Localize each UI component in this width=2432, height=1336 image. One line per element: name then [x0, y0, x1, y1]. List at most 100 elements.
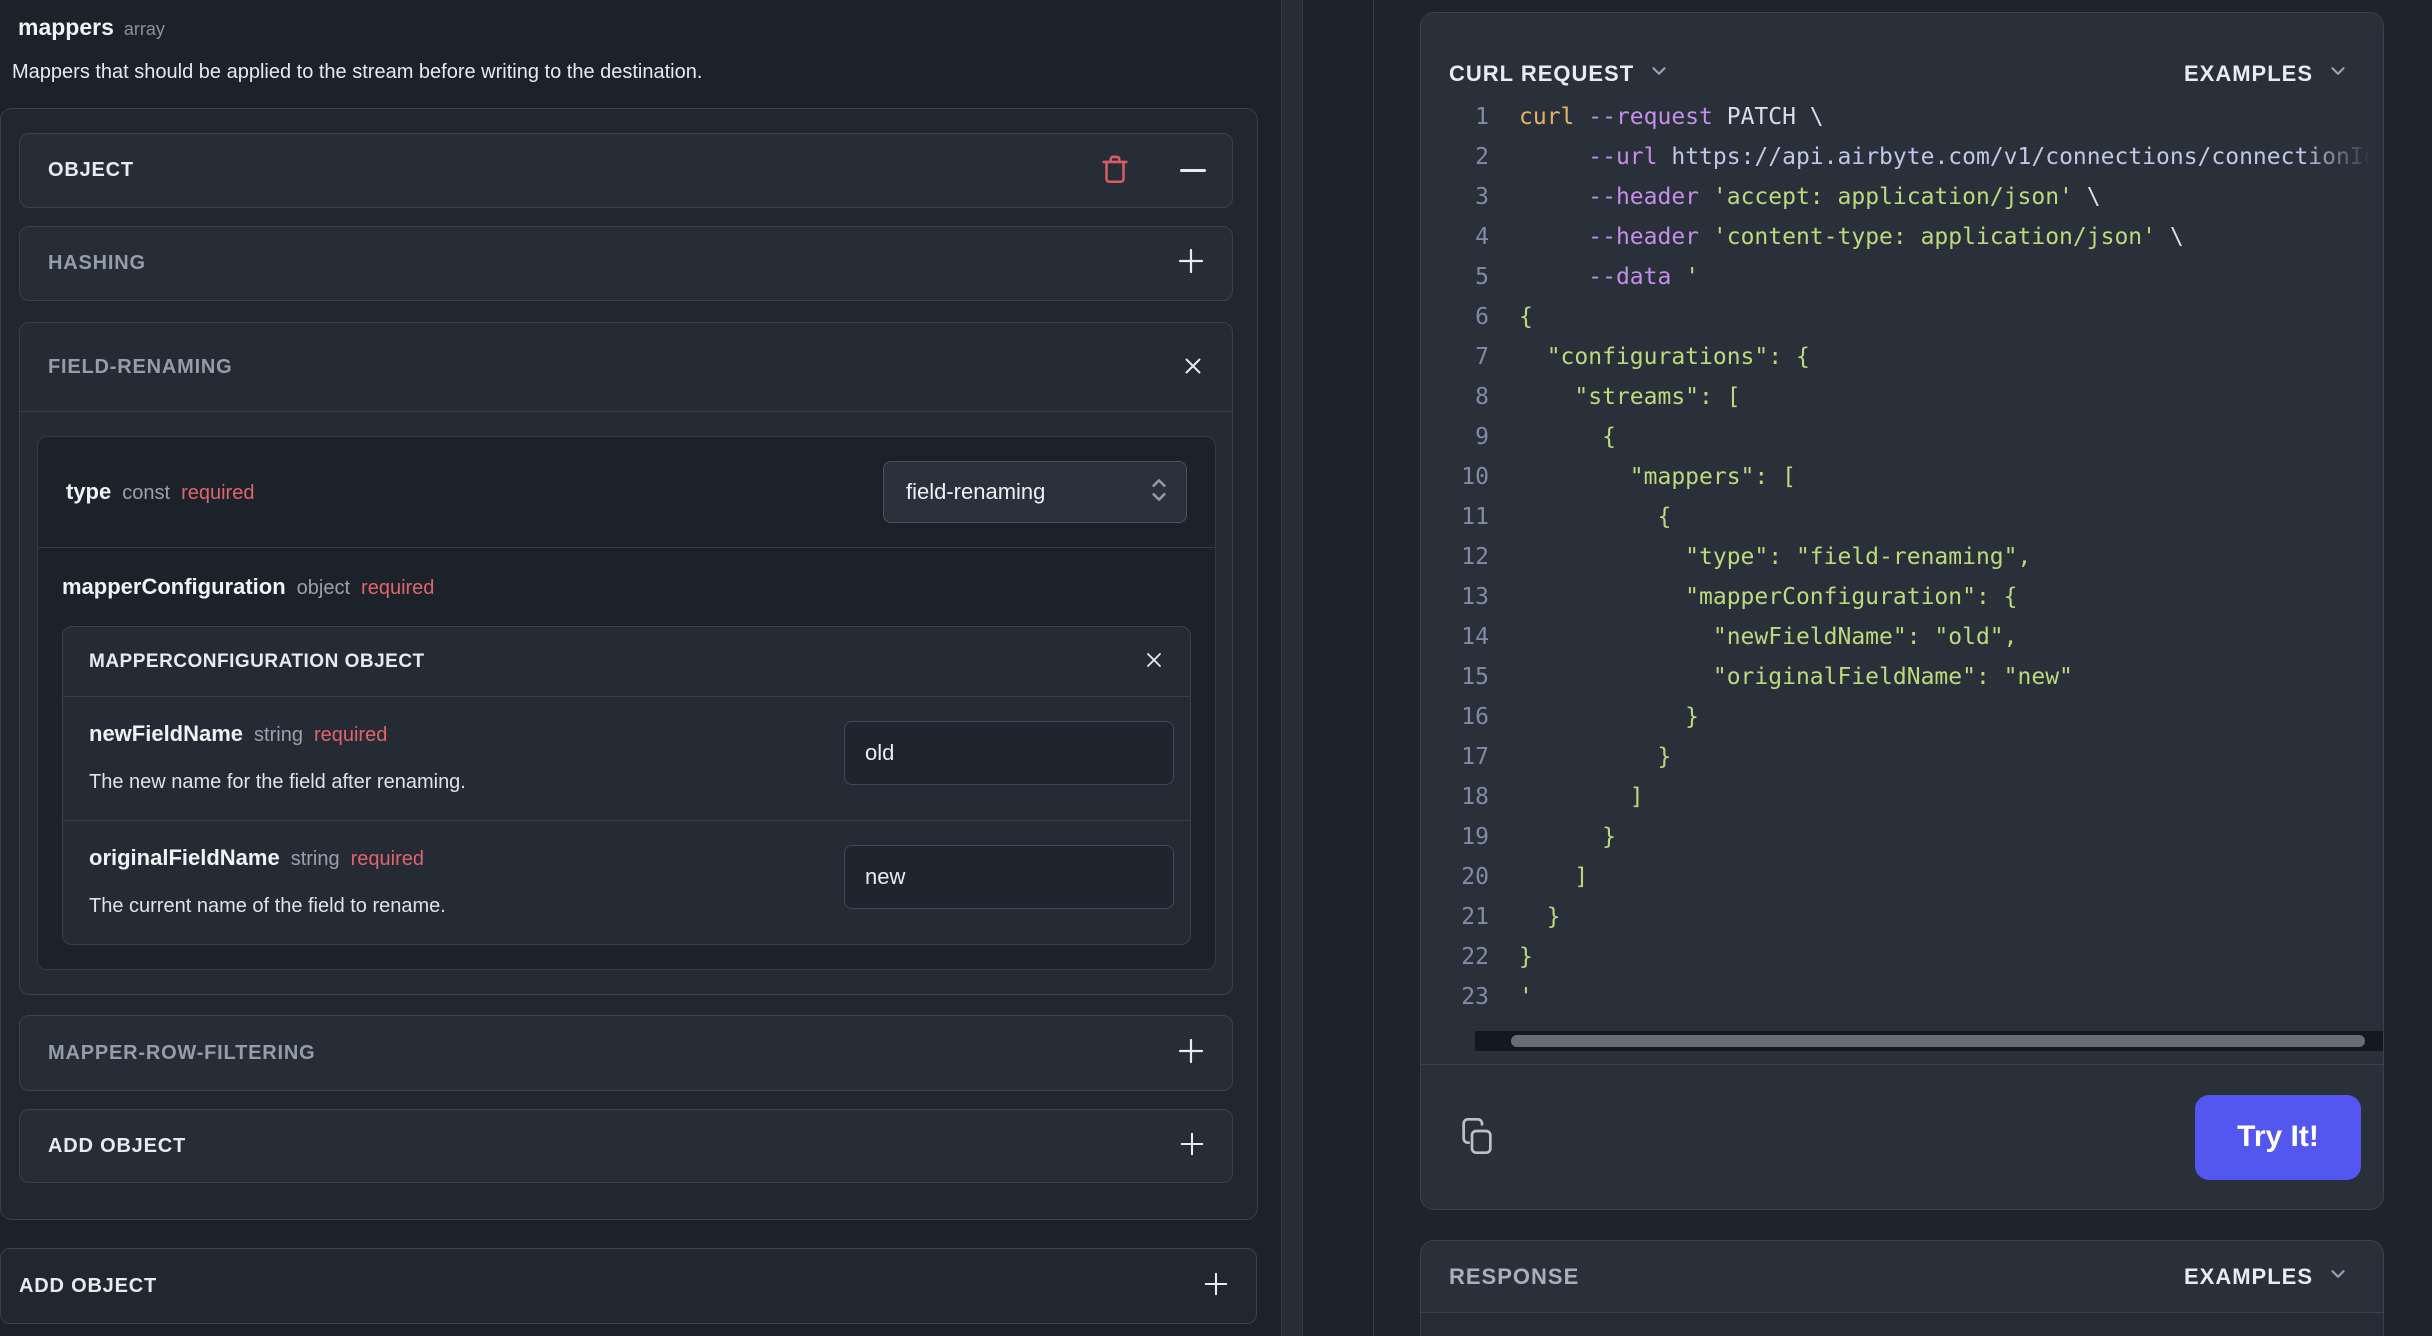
add-object-outer-label: ADD OBJECT — [19, 1274, 158, 1297]
field-renaming-section: FIELD-RENAMING type const required field… — [19, 322, 1233, 995]
plus-icon[interactable] — [1176, 246, 1206, 281]
field-type-badge: array — [123, 19, 165, 39]
mapper-row-filtering-row[interactable]: MAPPER-ROW-FILTERING — [19, 1015, 1233, 1091]
new-field-name-row: newFieldName string required The new nam… — [63, 697, 1190, 820]
type-select[interactable]: field-renaming — [883, 461, 1187, 523]
code-line: 11 { — [1461, 504, 1672, 530]
delete-object-button[interactable] — [1098, 152, 1132, 189]
field-renaming-header: FIELD-RENAMING — [20, 323, 1232, 412]
code-line: 10 "mappers": [ — [1461, 464, 1796, 490]
code-line: 14 "newFieldName": "old", — [1461, 624, 2018, 650]
response-card: RESPONSE EXAMPLES — [1420, 1240, 2384, 1336]
type-required-badge: required — [181, 482, 255, 504]
minus-icon — [1180, 169, 1206, 172]
mapper-configuration-kind: object — [296, 577, 351, 599]
code-line: 19 } — [1461, 824, 1616, 850]
array-title: mappers array — [18, 14, 1258, 41]
close-icon — [1142, 648, 1166, 675]
chevron-down-icon — [2327, 60, 2349, 87]
code-line: 13 "mapperConfiguration": { — [1461, 584, 2018, 610]
plus-icon[interactable] — [1178, 1130, 1206, 1163]
mapper-configuration-name: mapperConfiguration — [62, 574, 286, 599]
field-renaming-content: type const required field-renaming mappe… — [20, 412, 1232, 994]
original-field-name-row: originalFieldName string required The cu… — [63, 820, 1190, 944]
original-field-name-label: originalFieldName — [89, 845, 280, 870]
mapper-configuration-card-header: MAPPERCONFIGURATION OBJECT — [63, 627, 1190, 697]
code-line: 8 "streams": [ — [1475, 384, 1741, 410]
try-it-button[interactable]: Try It! — [2195, 1094, 2361, 1180]
hashing-row[interactable]: HASHING — [19, 226, 1233, 301]
field-renaming-label: FIELD-RENAMING — [48, 355, 233, 378]
mapper-row-filtering-label: MAPPER-ROW-FILTERING — [48, 1041, 316, 1064]
code-line: 6{ — [1475, 304, 1533, 330]
response-body — [1421, 1313, 2383, 1336]
code-line: 16 } — [1461, 704, 1700, 730]
chevron-down-icon — [2327, 1263, 2349, 1290]
new-field-name-label: newFieldName — [89, 721, 244, 746]
new-field-name-required-badge: required — [313, 724, 388, 746]
response-title: RESPONSE — [1449, 1263, 1580, 1289]
type-property-kind: const — [122, 482, 171, 504]
mapper-configuration-required-badge: required — [361, 577, 435, 599]
code-line: 22} — [1461, 944, 1533, 970]
code-footer: Try It! — [1421, 1064, 2383, 1209]
code-line: 18 ] — [1461, 784, 1644, 810]
chevron-up-down-icon — [1146, 475, 1172, 510]
examples-label: EXAMPLES — [2183, 60, 2313, 86]
plus-icon[interactable] — [1176, 1036, 1206, 1071]
curl-request-header: CURL REQUEST EXAMPLES — [1421, 13, 2383, 87]
response-examples-label: EXAMPLES — [2183, 1263, 2313, 1289]
code-line: 9 { — [1475, 424, 1616, 450]
code-line: 7 "configurations": { — [1475, 344, 1810, 370]
remove-field-renaming-button[interactable] — [1180, 353, 1206, 382]
field-renaming-panel: type const required field-renaming mappe… — [37, 436, 1216, 970]
examples-panel: CURL REQUEST EXAMPLES 1 curl --request PA… — [1373, 0, 2432, 1336]
examples-dropdown[interactable]: EXAMPLES — [2184, 60, 2349, 87]
panel-scrollbar[interactable] — [1281, 0, 1303, 1336]
mapper-configuration-block: mapperConfiguration object required MAPP… — [38, 548, 1215, 969]
chevron-down-icon — [1648, 60, 1670, 87]
code-block: 1 curl --request PATCH \ 2 --url https://a… — [1421, 97, 2383, 1017]
code-line: 23 ' — [1461, 984, 1533, 1010]
hashing-label: HASHING — [48, 252, 146, 274]
horizontal-scrollbar-track[interactable] — [1475, 1031, 2383, 1051]
curl-request-title: CURL REQUEST — [1449, 60, 1635, 86]
copy-icon — [1457, 1116, 1497, 1159]
trash-icon — [1098, 152, 1132, 189]
schema-panel: mappers array Mappers that should be app… — [0, 0, 1258, 1324]
close-icon — [1180, 353, 1206, 382]
new-field-name-input[interactable] — [844, 721, 1174, 785]
copy-code-button[interactable] — [1457, 1116, 1497, 1159]
add-object-row-outer[interactable]: ADD OBJECT — [0, 1248, 1257, 1324]
mapper-configuration-card-title: MAPPERCONFIGURATION OBJECT — [89, 650, 425, 672]
add-object-row-inner[interactable]: ADD OBJECT — [19, 1109, 1233, 1183]
add-object-inner-label: ADD OBJECT — [48, 1134, 187, 1157]
field-description: Mappers that should be applied to the st… — [12, 61, 703, 83]
code-line: 5 --data ' — [1475, 264, 1700, 290]
close-mapper-configuration-button[interactable] — [1142, 648, 1166, 675]
new-field-name-kind: string — [254, 724, 303, 746]
code-line: 21 } — [1461, 904, 1561, 930]
code-line: 17 } — [1461, 744, 1672, 770]
code-line: 15 "originalFieldName": "new" — [1461, 664, 2073, 690]
type-property-row: type const required field-renaming — [38, 437, 1215, 548]
plus-icon[interactable] — [1202, 1270, 1230, 1303]
curl-request-card: CURL REQUEST EXAMPLES 1 curl --request PA… — [1420, 12, 2384, 1210]
field-name-mappers: mappers — [18, 14, 114, 40]
original-field-name-description: The current name of the field to rename. — [89, 895, 446, 917]
horizontal-scrollbar-thumb[interactable] — [1511, 1035, 2365, 1047]
original-field-name-input[interactable] — [844, 845, 1174, 909]
code-line: 2 --url https://api.airbyte.com/v1/conne… — [1475, 144, 2378, 170]
mappers-item-group: OBJECT HASHING FIELD-RENAMING type const… — [0, 108, 1258, 1220]
response-header: RESPONSE EXAMPLES — [1421, 1241, 2383, 1313]
new-field-name-description: The new name for the field after renamin… — [89, 771, 466, 793]
type-select-value: field-renaming — [906, 479, 1046, 504]
collapse-object-button[interactable] — [1180, 169, 1206, 172]
curl-request-dropdown[interactable]: CURL REQUEST — [1449, 60, 1670, 87]
code-line: 3 --header 'accept: application/json' \ — [1475, 184, 2101, 210]
original-field-name-kind: string — [290, 848, 340, 870]
response-examples-dropdown[interactable]: EXAMPLES — [2184, 1263, 2349, 1290]
mapper-configuration-card: MAPPERCONFIGURATION OBJECT newFieldName … — [62, 626, 1191, 945]
code-line: 1 curl --request PATCH \ — [1475, 104, 1824, 130]
code-lines: 1 curl --request PATCH \ 2 --url https://a… — [1421, 97, 2383, 1017]
